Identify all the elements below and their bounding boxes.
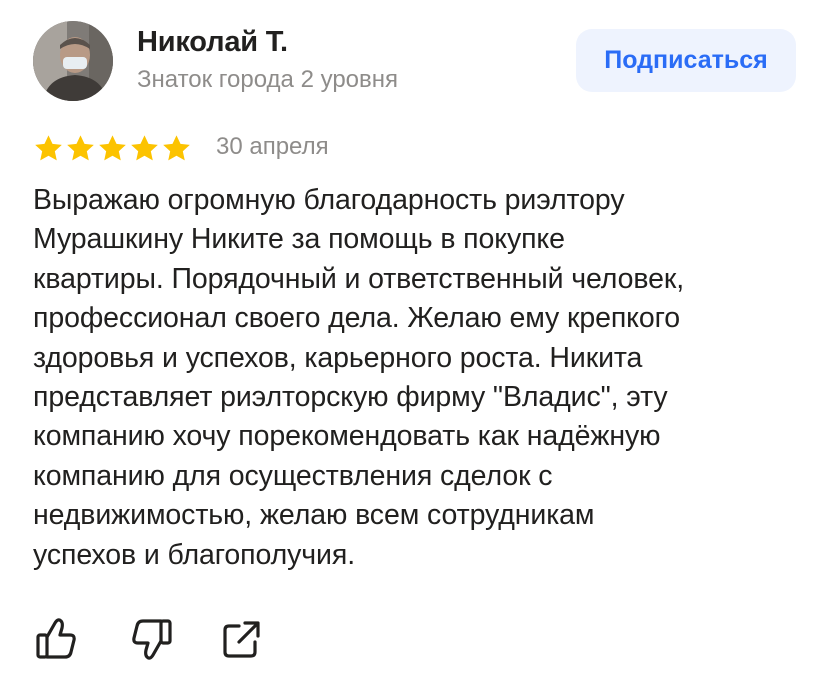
review-date: 30 апреля bbox=[216, 133, 329, 160]
star-icon bbox=[99, 135, 126, 161]
review-text-line: Мурашкину Никите за помощь в покупке bbox=[33, 223, 565, 256]
review-text-line: здоровья и успехов, карьерного роста. Ни… bbox=[33, 341, 643, 374]
review-text-line: профессионал своего дела. Желаю ему креп… bbox=[33, 302, 681, 335]
review-text-line: Выражаю огромную благодарность риэлтору bbox=[33, 184, 625, 216]
review-text-line: квартиры. Порядочный и ответственный чел… bbox=[33, 262, 685, 295]
review-text: Выражаю огромную благодарность риэлтору … bbox=[33, 181, 803, 575]
share-icon bbox=[223, 621, 260, 658]
avatar[interactable] bbox=[33, 21, 113, 101]
author-name[interactable]: Николай Т. bbox=[137, 26, 288, 59]
author-level: Знаток города 2 уровня bbox=[137, 66, 399, 93]
thumbs-down-icon bbox=[132, 619, 172, 660]
review-text-line: компанию для осуществления сделок с bbox=[33, 459, 553, 492]
review-text-line: представляет риэлторскую фирму "Владис",… bbox=[33, 381, 668, 414]
star-icon bbox=[35, 135, 62, 161]
review-text-line: успехов и благополучия. bbox=[33, 538, 356, 571]
rating-stars bbox=[33, 133, 192, 164]
like-button[interactable] bbox=[33, 614, 81, 664]
thumbs-up-icon bbox=[36, 618, 76, 659]
review-card: Николай Т. Знаток города 2 уровня Подпис… bbox=[0, 0, 828, 684]
star-icon bbox=[67, 135, 94, 161]
review-text-line: компанию хочу порекомендовать как надёжн… bbox=[33, 420, 661, 453]
subscribe-button[interactable]: Подписаться bbox=[576, 29, 796, 92]
dislike-button[interactable] bbox=[127, 614, 175, 664]
star-icon bbox=[131, 135, 158, 161]
star-icon bbox=[163, 135, 190, 161]
user-photo-avatar-icon bbox=[33, 21, 113, 101]
review-text-line: недвижимостью, желаю всем сотрудникам bbox=[33, 499, 595, 532]
share-button[interactable] bbox=[217, 614, 265, 664]
